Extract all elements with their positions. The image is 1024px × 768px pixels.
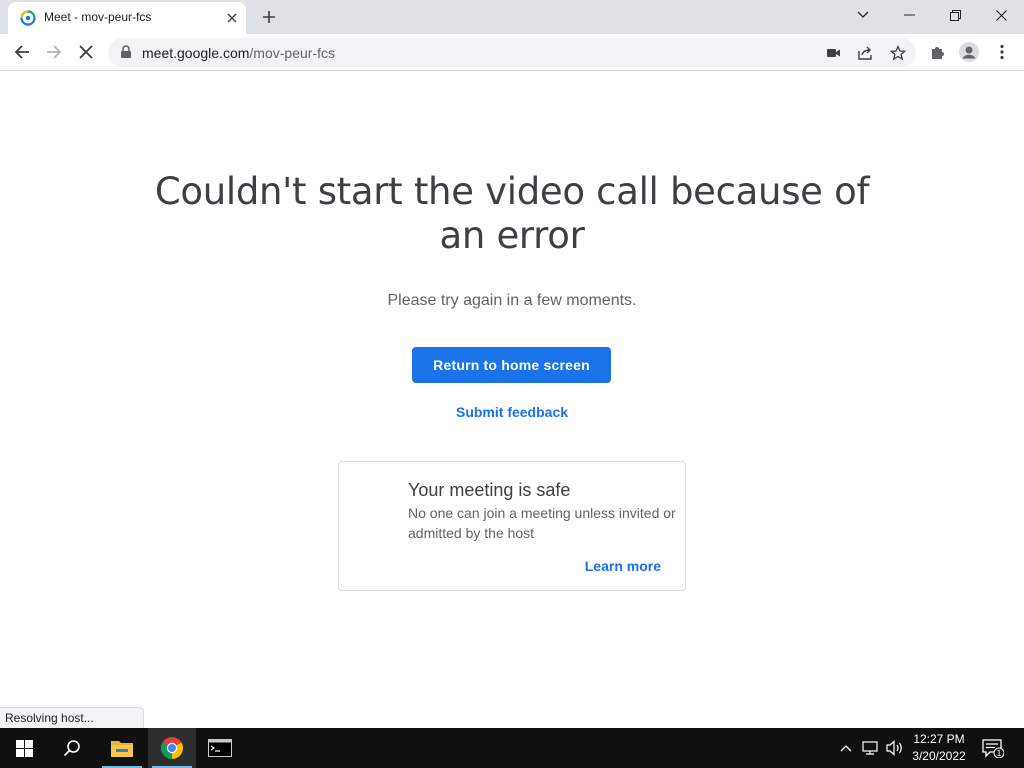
- address-bar[interactable]: meet.google.com/mov-peur-fcs: [108, 38, 916, 67]
- error-subtext: Please try again in a few moments.: [387, 292, 637, 309]
- browser-tab[interactable]: Meet - mov-peur-fcs: [8, 2, 246, 34]
- volume-icon[interactable]: [884, 728, 906, 768]
- terminal-icon[interactable]: [196, 728, 244, 768]
- meeting-safe-card: Your meeting is safe No one can join a m…: [338, 461, 686, 591]
- clock-time: 12:27 PM: [913, 732, 965, 746]
- show-hidden-icons-chevron-up-icon[interactable]: [836, 728, 856, 768]
- network-icon[interactable]: [860, 728, 882, 768]
- forward-arrow-icon[interactable]: [42, 40, 66, 64]
- chrome-icon[interactable]: [148, 728, 196, 768]
- file-explorer-folder-icon[interactable]: [98, 728, 146, 768]
- notifications-icon[interactable]: 1: [980, 728, 1006, 768]
- start-windows-icon[interactable]: [0, 728, 48, 768]
- lock-icon[interactable]: [120, 45, 134, 59]
- minimize-button[interactable]: [886, 0, 932, 30]
- url-path: /mov-peur-fcs: [249, 45, 335, 61]
- submit-feedback-link[interactable]: Submit feedback: [412, 404, 612, 420]
- tab-close-icon[interactable]: [224, 10, 240, 26]
- url-host: meet.google.com: [142, 45, 250, 61]
- search-icon[interactable]: [48, 728, 96, 768]
- tab-strip: Meet - mov-peur-fcs: [0, 0, 1024, 34]
- error-headline: Couldn't start the video call because of…: [154, 170, 870, 257]
- close-window-button[interactable]: [978, 0, 1024, 30]
- system-clock[interactable]: 12:27 PM 3/20/2022: [904, 731, 974, 765]
- status-bubble: Resolving host...: [0, 707, 144, 728]
- taskbar: 12:27 PM 3/20/2022 1: [0, 728, 1024, 768]
- browser-toolbar: meet.google.com/mov-peur-fcs: [0, 34, 1024, 71]
- meet-favicon-icon: [20, 10, 36, 26]
- camera-icon[interactable]: [824, 43, 844, 63]
- stop-loading-icon[interactable]: [74, 40, 98, 64]
- learn-more-link[interactable]: Learn more: [585, 558, 661, 574]
- tab-title: Meet - mov-peur-fcs: [44, 10, 152, 24]
- tab-search-chevron-down-icon[interactable]: [840, 0, 886, 30]
- card-title: Your meeting is safe: [408, 480, 571, 500]
- clock-date: 3/20/2022: [912, 749, 966, 763]
- bookmark-star-icon[interactable]: [888, 43, 908, 63]
- share-icon[interactable]: [856, 43, 876, 63]
- new-tab-button[interactable]: [258, 6, 280, 28]
- return-home-button[interactable]: Return to home screen: [412, 347, 611, 383]
- extensions-puzzle-icon[interactable]: [927, 41, 949, 63]
- more-menu-icon[interactable]: [991, 41, 1013, 63]
- card-description: No one can join a meeting unless invited…: [408, 505, 676, 541]
- back-arrow-icon[interactable]: [10, 40, 34, 64]
- restore-button[interactable]: [932, 0, 978, 30]
- url-text[interactable]: meet.google.com/mov-peur-fcs: [142, 45, 335, 61]
- notification-count: 1: [996, 749, 1001, 758]
- profile-avatar-icon[interactable]: [958, 41, 980, 63]
